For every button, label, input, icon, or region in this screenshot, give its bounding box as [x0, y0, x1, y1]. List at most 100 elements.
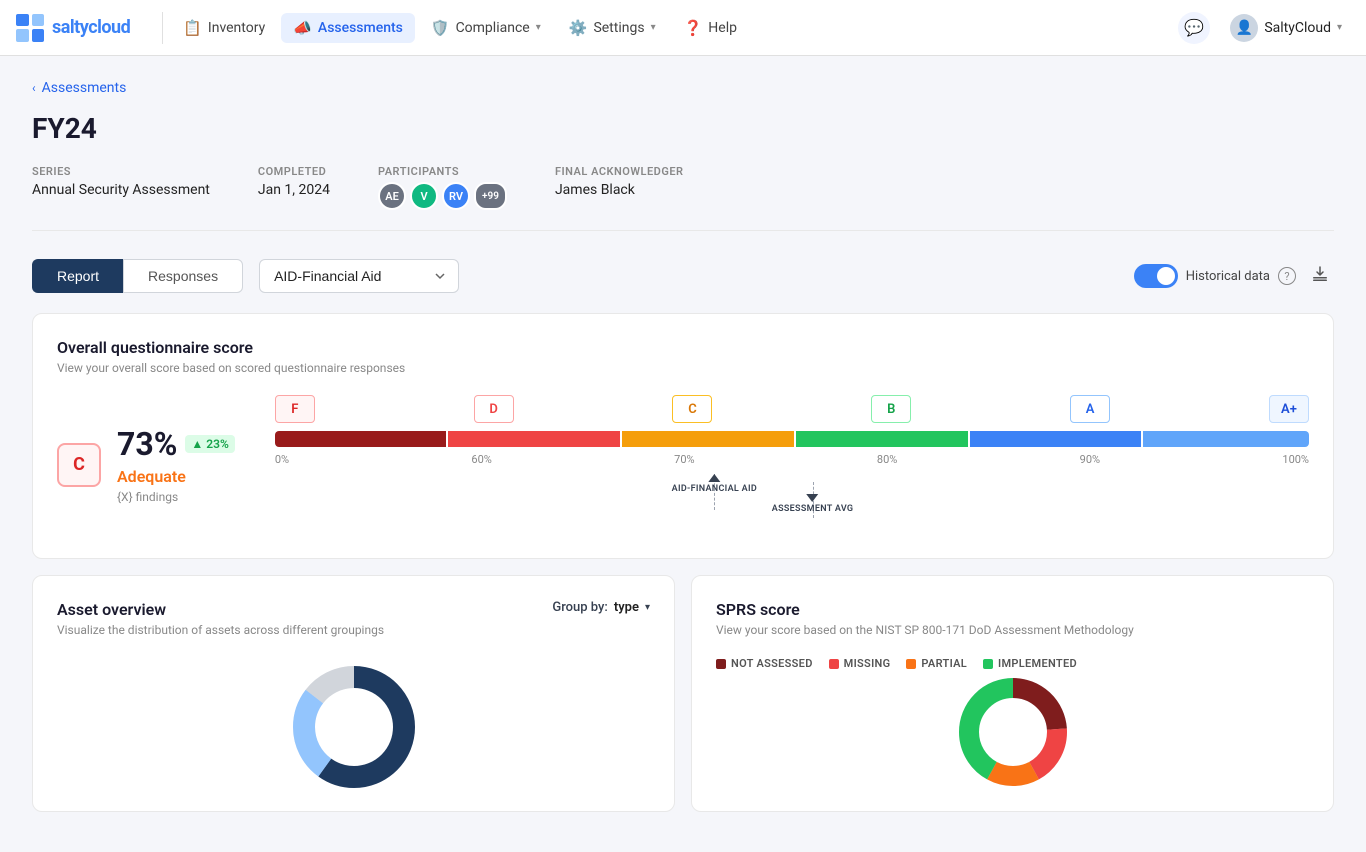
grade-labels: F D C B A A+	[275, 395, 1309, 423]
bar-segment-c	[622, 431, 794, 447]
series-label: SERIES	[32, 165, 210, 178]
bar-segment-f	[275, 431, 447, 447]
logo-text-part1: salty	[52, 17, 88, 38]
logo-text: saltycloud	[52, 17, 130, 38]
nav-item-help[interactable]: ❓ Help	[672, 13, 749, 43]
nav-item-inventory[interactable]: 📋 Inventory	[171, 13, 277, 43]
historical-data-toggle[interactable]	[1134, 264, 1178, 288]
marker-avg-label: ASSESSMENT AVG	[772, 504, 854, 514]
nav-item-settings-label: Settings	[593, 20, 644, 36]
logo-grid	[16, 14, 44, 42]
nav-item-compliance-label: Compliance	[456, 20, 530, 36]
legend-partial-label: PARTIAL	[921, 657, 967, 670]
user-avatar-icon: 👤	[1230, 14, 1258, 42]
participants-row: AE V RV +99	[378, 182, 507, 210]
score-percent-value: 73%	[117, 425, 177, 463]
avatar-rv: RV	[442, 182, 470, 210]
bar-segment-b	[796, 431, 968, 447]
scale-0: 0%	[275, 453, 289, 466]
marker-avg-arrow	[807, 494, 819, 502]
avatar-v: V	[410, 182, 438, 210]
nav-item-assessments[interactable]: 📣 Assessments	[281, 13, 415, 43]
score-percent: 73% ▲ 23%	[117, 425, 235, 463]
group-by-value: type	[614, 600, 639, 615]
legend-partial-dot	[906, 659, 916, 669]
asset-overview-title-area: Asset overview Visualize the distributio…	[57, 600, 384, 657]
help-icon: ❓	[684, 19, 703, 37]
nav-items: 📋 Inventory 📣 Assessments 🛡️ Compliance …	[171, 13, 1178, 43]
historical-data-help-icon[interactable]: ?	[1278, 267, 1296, 285]
export-icon	[1310, 264, 1330, 284]
bar-markers: AID-FINANCIAL AID ASSESSMENT AVG	[275, 474, 1309, 534]
nav-divider	[162, 12, 163, 44]
asset-overview-card: Asset overview Visualize the distributio…	[32, 575, 675, 812]
score-label: Adequate	[117, 467, 235, 486]
sprs-legend: NOT ASSESSED MISSING PARTIAL IMPLEMENTED	[716, 657, 1309, 670]
legend-partial: PARTIAL	[906, 657, 967, 670]
marker-aid-label: AID-FINANCIAL AID	[672, 484, 757, 494]
cards-row: Asset overview Visualize the distributio…	[32, 575, 1334, 828]
grade-aplus: A+	[1269, 395, 1309, 423]
legend-not-assessed: NOT ASSESSED	[716, 657, 813, 670]
scale-60: 60%	[471, 453, 491, 466]
asset-overview-subtitle: Visualize the distribution of assets acr…	[57, 623, 384, 637]
entity-dropdown[interactable]: AID-Financial Aid Other Option	[259, 259, 459, 293]
grade-badge: C	[57, 443, 101, 487]
marker-aid-arrow	[708, 474, 720, 482]
marker-avg: ASSESSMENT AVG	[772, 494, 854, 514]
user-chevron-icon: ▾	[1337, 22, 1342, 33]
user-menu[interactable]: 👤 SaltyCloud ▾	[1222, 10, 1350, 46]
asset-overview-header: Asset overview Visualize the distributio…	[57, 600, 650, 657]
assessments-icon: 📣	[293, 19, 312, 37]
scale-70: 70%	[674, 453, 694, 466]
breadcrumb[interactable]: ‹ Assessments	[32, 80, 1334, 96]
acknowledger-label: FINAL ACKNOWLEDGER	[555, 165, 684, 178]
sprs-subtitle: View your score based on the NIST SP 800…	[716, 623, 1309, 637]
sprs-donut-chart	[716, 682, 1309, 782]
export-button[interactable]	[1306, 260, 1334, 293]
meta-row: SERIES Annual Security Assessment COMPLE…	[32, 165, 1334, 231]
historical-data-toggle-container: Historical data ?	[1134, 264, 1296, 288]
historical-data-label: Historical data	[1186, 269, 1270, 284]
bar-segment-d	[448, 431, 620, 447]
score-left: C 73% ▲ 23% Adequate {X} findings	[57, 425, 235, 504]
inventory-icon: 📋	[183, 19, 202, 37]
nav-item-settings[interactable]: ⚙️ Settings ▾	[557, 13, 668, 43]
tab-responses[interactable]: Responses	[123, 259, 243, 293]
legend-not-assessed-label: NOT ASSESSED	[731, 657, 813, 670]
legend-implemented-dot	[983, 659, 993, 669]
meta-series: SERIES Annual Security Assessment	[32, 165, 210, 198]
score-section: C 73% ▲ 23% Adequate {X} findings F D C	[57, 395, 1309, 534]
participants-label: PARTICIPANTS	[378, 165, 507, 178]
tab-report[interactable]: Report	[32, 259, 123, 293]
legend-missing-label: MISSING	[844, 657, 891, 670]
series-value: Annual Security Assessment	[32, 182, 210, 198]
tab-row: Report Responses AID-Financial Aid Other…	[32, 259, 1334, 293]
meta-completed: COMPLETED Jan 1, 2024	[258, 165, 330, 198]
sprs-score-card: SPRS score View your score based on the …	[691, 575, 1334, 812]
nav-item-help-label: Help	[708, 20, 737, 36]
logo[interactable]: saltycloud	[16, 14, 130, 42]
score-findings: {X} findings	[117, 490, 235, 504]
group-by-label: Group by:	[552, 600, 607, 615]
grade-c: C	[672, 395, 712, 423]
tab-right: Historical data ?	[1134, 260, 1334, 293]
nav-item-compliance[interactable]: 🛡️ Compliance ▾	[419, 13, 553, 43]
score-bar-area: F D C B A A+ 0%	[275, 395, 1309, 534]
avatar-more: +99	[474, 182, 507, 210]
chat-button[interactable]: 💬	[1178, 12, 1210, 44]
marker-aid: AID-FINANCIAL AID	[672, 474, 757, 494]
scale-80: 80%	[877, 453, 897, 466]
logo-text-part2: cloud	[88, 17, 130, 38]
meta-participants: PARTICIPANTS AE V RV +99	[378, 165, 507, 210]
back-chevron-icon: ‹	[32, 81, 36, 95]
bar-scale: 0% 60% 70% 80% 90% 100%	[275, 453, 1309, 466]
compliance-icon: 🛡️	[431, 19, 450, 37]
meta-acknowledger: FINAL ACKNOWLEDGER James Black	[555, 165, 684, 198]
group-by-control[interactable]: Group by: type ▾	[552, 600, 650, 615]
main-content: ‹ Assessments FY24 SERIES Annual Securit…	[0, 56, 1366, 852]
user-name: SaltyCloud	[1264, 20, 1331, 36]
compliance-chevron-icon: ▾	[536, 22, 541, 33]
bar-segment-aplus	[1143, 431, 1309, 447]
legend-implemented: IMPLEMENTED	[983, 657, 1077, 670]
